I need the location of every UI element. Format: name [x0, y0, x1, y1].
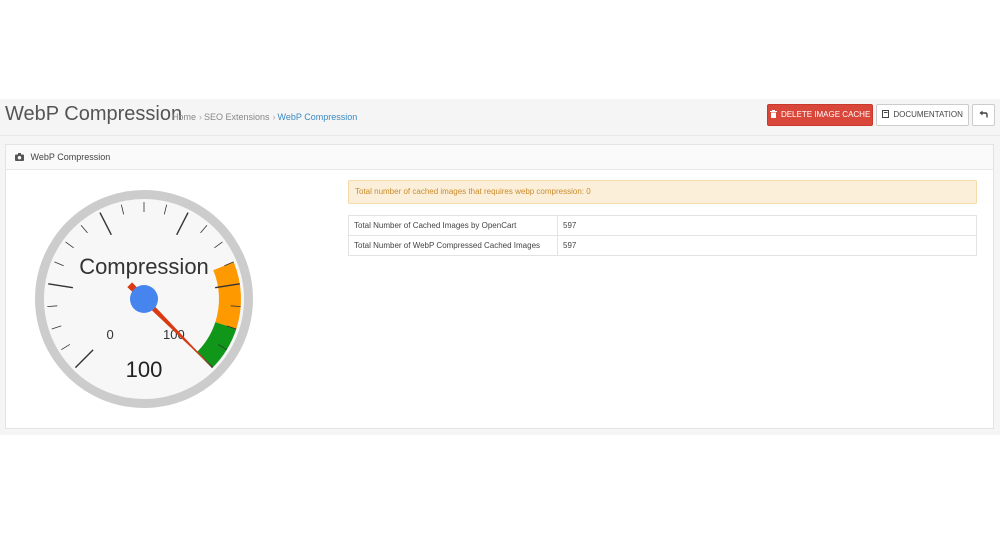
trash-icon [769, 110, 779, 119]
camera-icon [15, 152, 27, 162]
documentation-label: DOCUMENTATION [893, 110, 963, 119]
documentation-button[interactable]: DOCUMENTATION [876, 104, 969, 126]
back-button[interactable] [972, 104, 995, 126]
breadcrumb-seo-extensions[interactable]: SEO Extensions [204, 112, 270, 122]
stat-value: 597 [557, 235, 977, 256]
gauge-label: Compression [79, 254, 209, 279]
app-window: WebP Compression Home › SEO Extensions › Web… [0, 99, 1000, 435]
breadcrumb: Home › SEO Extensions › WebP Compression [172, 112, 357, 122]
stat-label: Total Number of Cached Images by OpenCar… [348, 215, 558, 236]
panel-title: WebP Compression [30, 152, 111, 162]
book-icon [882, 110, 891, 119]
compression-gauge: Compression 0 100 100 [34, 189, 254, 414]
table-row: Total Number of WebP Compressed Cached I… [348, 235, 977, 256]
stats-table: Total Number of Cached Images by OpenCar… [348, 215, 977, 256]
panel-heading: WebP Compression [6, 145, 993, 170]
breadcrumb-home[interactable]: Home [172, 112, 196, 122]
stat-label: Total Number of WebP Compressed Cached I… [348, 235, 558, 256]
breadcrumb-separator-icon: › [272, 112, 276, 122]
breadcrumb-separator-icon: › [199, 112, 203, 122]
delete-image-cache-button[interactable]: DELETE IMAGE CACHE [767, 104, 873, 126]
gauge-hub [130, 285, 158, 313]
table-row: Total Number of Cached Images by OpenCar… [348, 215, 977, 236]
delete-image-cache-label: DELETE IMAGE CACHE [780, 110, 871, 119]
gauge-value: 100 [126, 357, 163, 382]
page-title: WebP Compression [5, 103, 183, 125]
page-header: WebP Compression Home › SEO Extensions › Web… [0, 99, 1000, 136]
webp-compression-panel: WebP Compression Compression 0 100 100 T… [5, 144, 994, 429]
compression-alert: Total number of cached images that requi… [348, 180, 977, 204]
gauge-min-label: 0 [107, 327, 114, 342]
reply-icon [979, 110, 988, 119]
breadcrumb-webp-compression[interactable]: WebP Compression [278, 112, 358, 122]
stat-value: 597 [557, 215, 977, 236]
